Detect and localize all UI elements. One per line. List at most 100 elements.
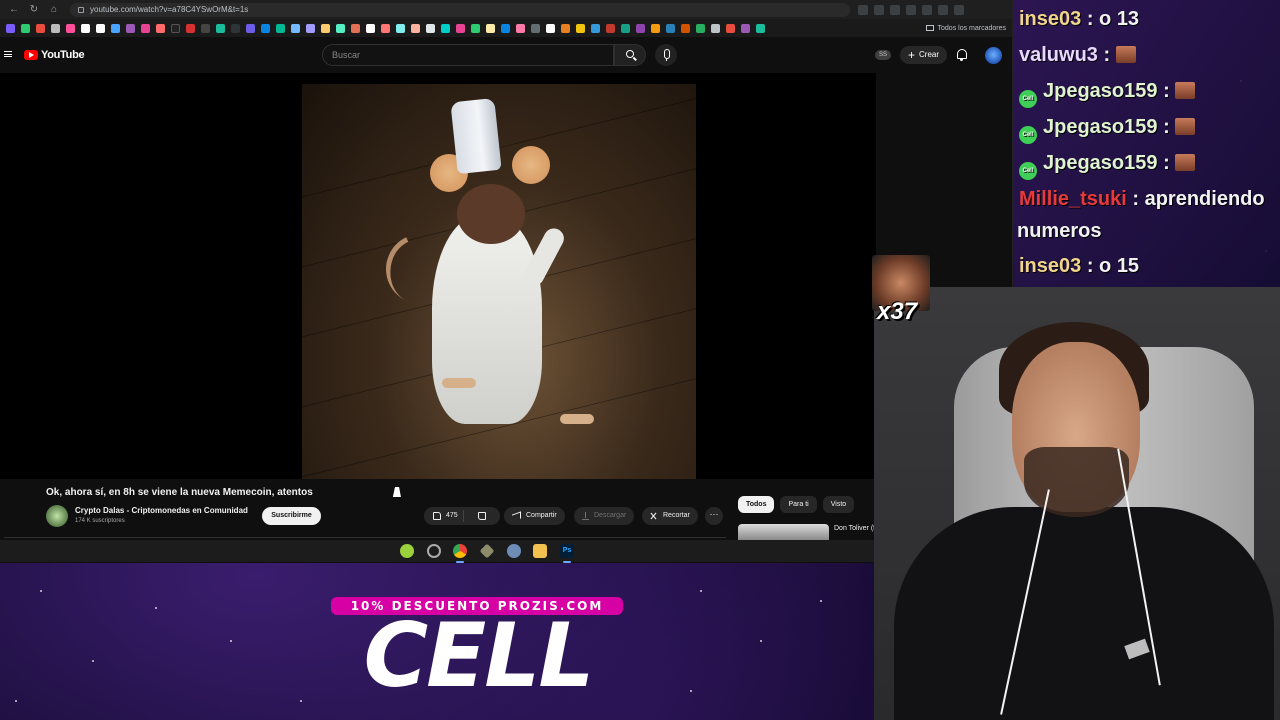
bookmark-icon[interactable]	[141, 23, 150, 33]
bookmark-icon[interactable]	[411, 23, 420, 33]
like-count: 475	[446, 512, 458, 519]
app-icon[interactable]	[427, 544, 441, 558]
bookmark-icon[interactable]	[306, 23, 315, 33]
menu-icon[interactable]	[4, 51, 12, 57]
bookmark-icon[interactable]	[201, 23, 210, 33]
bookmark-icon[interactable]	[726, 23, 735, 33]
bookmark-icon[interactable]	[696, 23, 705, 33]
photoshop-icon[interactable]: Ps	[560, 544, 574, 563]
chat-emote-icon	[1175, 82, 1196, 99]
app-icon[interactable]	[400, 544, 414, 558]
divider	[462, 510, 464, 522]
bookmark-icon[interactable]	[621, 23, 630, 33]
bookmark-icon[interactable]	[351, 23, 360, 33]
bookmark-icon[interactable]	[501, 23, 510, 33]
bookmark-icon[interactable]	[486, 23, 495, 33]
recommendation-title[interactable]: Don Toliver (feat. Doja C	[834, 524, 874, 533]
bookmark-icon[interactable]	[186, 23, 195, 33]
bookmark-icon[interactable]	[246, 23, 255, 33]
app-icon[interactable]	[507, 544, 521, 558]
more-actions-button[interactable]: ···	[705, 507, 723, 525]
bookmark-icon[interactable]	[756, 23, 765, 33]
bookmark-icon[interactable]	[381, 23, 390, 33]
back-icon[interactable]: ←	[8, 4, 20, 16]
channel-name[interactable]: Crypto Dalas - Criptomonedas en Comunida…	[75, 506, 248, 515]
bookmark-icon[interactable]	[321, 23, 330, 33]
extension-icon[interactable]	[906, 4, 916, 15]
search-icon	[626, 50, 634, 58]
subscribe-button[interactable]: Suscribirme	[262, 507, 321, 525]
extension-icon[interactable]	[890, 4, 900, 15]
bookmark-icon[interactable]	[636, 23, 645, 33]
plus-icon: +	[908, 48, 916, 62]
bookmark-icon[interactable]	[66, 23, 75, 33]
video-player[interactable]	[0, 73, 876, 479]
like-button[interactable]: 475	[424, 507, 458, 525]
bookmark-icon[interactable]	[51, 23, 60, 33]
bookmark-icon[interactable]	[666, 23, 675, 33]
create-button[interactable]: + Crear	[900, 46, 948, 64]
clip-button[interactable]: Recortar	[642, 507, 698, 525]
bookmark-icon[interactable]	[561, 23, 570, 33]
profile-icon[interactable]	[954, 4, 964, 15]
address-bar[interactable]: youtube.com/watch?v=a78C4YSwOrM&t=1s	[70, 2, 850, 17]
chrome-icon[interactable]	[453, 544, 467, 563]
bookmark-icon[interactable]	[111, 23, 120, 33]
search-input[interactable]: Buscar	[322, 44, 614, 66]
voice-search-icon[interactable]	[655, 44, 677, 66]
ss-badge[interactable]: SS	[875, 50, 891, 60]
bookmark-icon[interactable]	[546, 23, 555, 33]
bookmark-icon[interactable]	[711, 23, 720, 33]
bookmark-icon[interactable]	[231, 23, 240, 33]
channel-avatar[interactable]	[46, 505, 68, 527]
bookmark-icon[interactable]	[516, 23, 525, 33]
bookmark-icon[interactable]	[336, 23, 345, 33]
recommendation-thumbnail[interactable]	[738, 524, 829, 540]
download-button[interactable]: Descargar	[574, 507, 635, 525]
home-icon[interactable]: ⌂	[48, 4, 60, 16]
bookmark-icon[interactable]	[21, 23, 30, 33]
site-info-icon[interactable]	[78, 6, 84, 13]
bookmark-icon[interactable]	[531, 23, 540, 33]
search-button[interactable]	[614, 44, 646, 66]
bookmark-icon[interactable]	[426, 23, 435, 33]
bookmark-icon[interactable]	[36, 23, 45, 33]
bookmark-icon[interactable]	[276, 23, 285, 33]
chip-visto[interactable]: Visto	[822, 496, 855, 513]
extension-icon[interactable]	[874, 4, 884, 15]
download-icon[interactable]	[938, 4, 948, 15]
bookmark-icon[interactable]	[576, 23, 585, 33]
bookmark-icon[interactable]	[96, 23, 105, 33]
app-icon[interactable]	[479, 543, 495, 559]
bookmark-icon[interactable]	[216, 23, 225, 33]
account-avatar[interactable]	[985, 47, 1002, 64]
notifications-bell-icon[interactable]	[956, 49, 967, 61]
all-bookmarks-button[interactable]: Todos los marcadores	[925, 25, 1006, 32]
bookmark-icon[interactable]	[171, 23, 180, 33]
bookmark-icon[interactable]	[651, 23, 660, 33]
bookmark-icon[interactable]	[681, 23, 690, 33]
extension-icon[interactable]	[922, 4, 932, 15]
extension-icon[interactable]	[858, 4, 868, 15]
bookmark-icon[interactable]	[291, 23, 300, 33]
bookmark-icon[interactable]	[126, 23, 135, 33]
bookmark-icon[interactable]	[366, 23, 375, 33]
bookmark-icon[interactable]	[156, 23, 165, 33]
bookmark-icon[interactable]	[456, 23, 465, 33]
bookmark-icon[interactable]	[741, 23, 750, 33]
reload-icon[interactable]: ↻	[28, 4, 40, 16]
bookmark-icon[interactable]	[396, 23, 405, 33]
youtube-logo[interactable]: YouTube	[24, 49, 85, 61]
folder-icon[interactable]	[533, 544, 547, 558]
bookmark-icon[interactable]	[591, 23, 600, 33]
bookmark-icon[interactable]	[6, 23, 15, 33]
dislike-button[interactable]	[469, 507, 486, 525]
bookmark-icon[interactable]	[81, 23, 90, 33]
bookmark-icon[interactable]	[606, 23, 615, 33]
chip-todos[interactable]: Todos	[738, 496, 775, 513]
bookmark-icon[interactable]	[471, 23, 480, 33]
bookmark-icon[interactable]	[441, 23, 450, 33]
share-button[interactable]: Compartir	[504, 507, 565, 525]
chip-para-ti[interactable]: Para ti	[780, 496, 817, 513]
bookmark-icon[interactable]	[261, 23, 270, 33]
